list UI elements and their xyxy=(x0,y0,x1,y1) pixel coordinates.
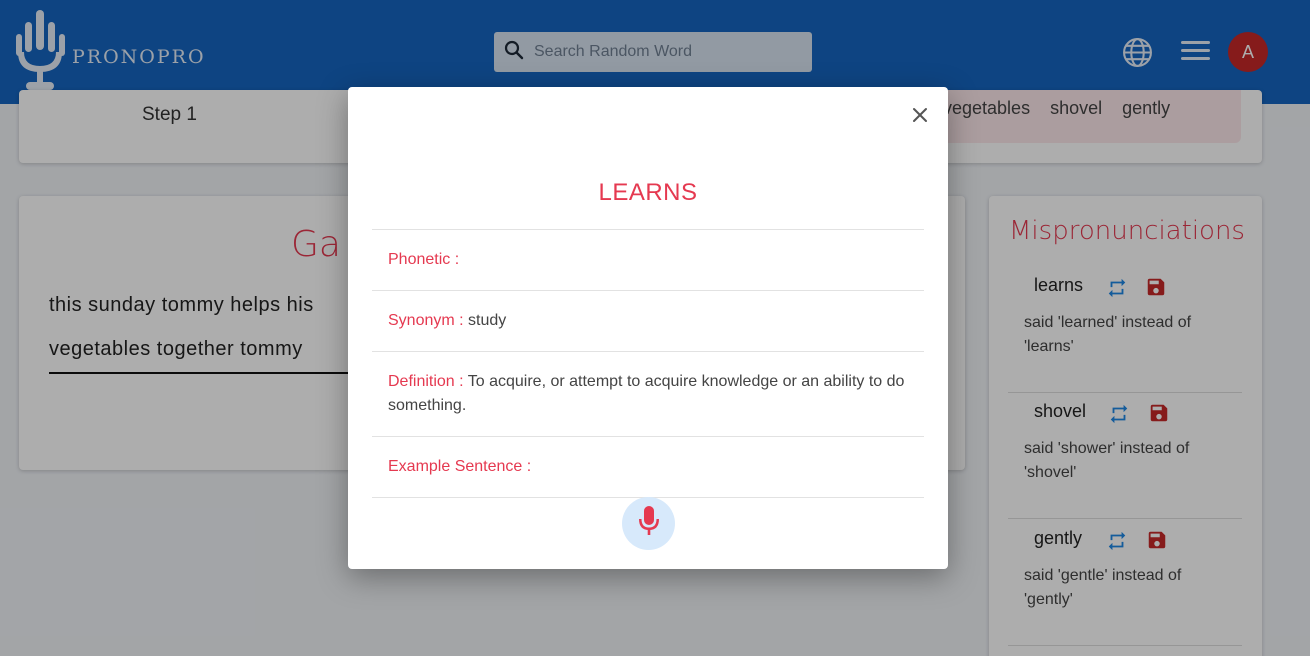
word-title: LEARNS xyxy=(598,179,698,206)
close-icon[interactable] xyxy=(910,105,930,125)
synonym-label: Synonym : xyxy=(388,312,464,329)
definition-value: To acquire, or attempt to acquire knowle… xyxy=(388,373,905,414)
synonym-row: Synonym : study xyxy=(372,291,924,352)
phonetic-row: Phonetic : xyxy=(372,230,924,291)
phonetic-label: Phonetic : xyxy=(388,251,460,268)
example-sentence-row: Example Sentence : xyxy=(372,437,924,498)
word-details: Phonetic : Synonym : study Definition : … xyxy=(372,229,924,498)
definition-row: Definition : To acquire, or attempt to a… xyxy=(372,352,924,437)
record-button[interactable] xyxy=(622,497,675,550)
example-sentence-label: Example Sentence : xyxy=(388,458,532,475)
synonym-value: study xyxy=(468,312,507,329)
word-detail-modal: LEARNS Phonetic : Synonym : study Defini… xyxy=(348,87,948,569)
microphone-icon xyxy=(636,505,662,542)
definition-label: Definition : xyxy=(388,373,464,390)
